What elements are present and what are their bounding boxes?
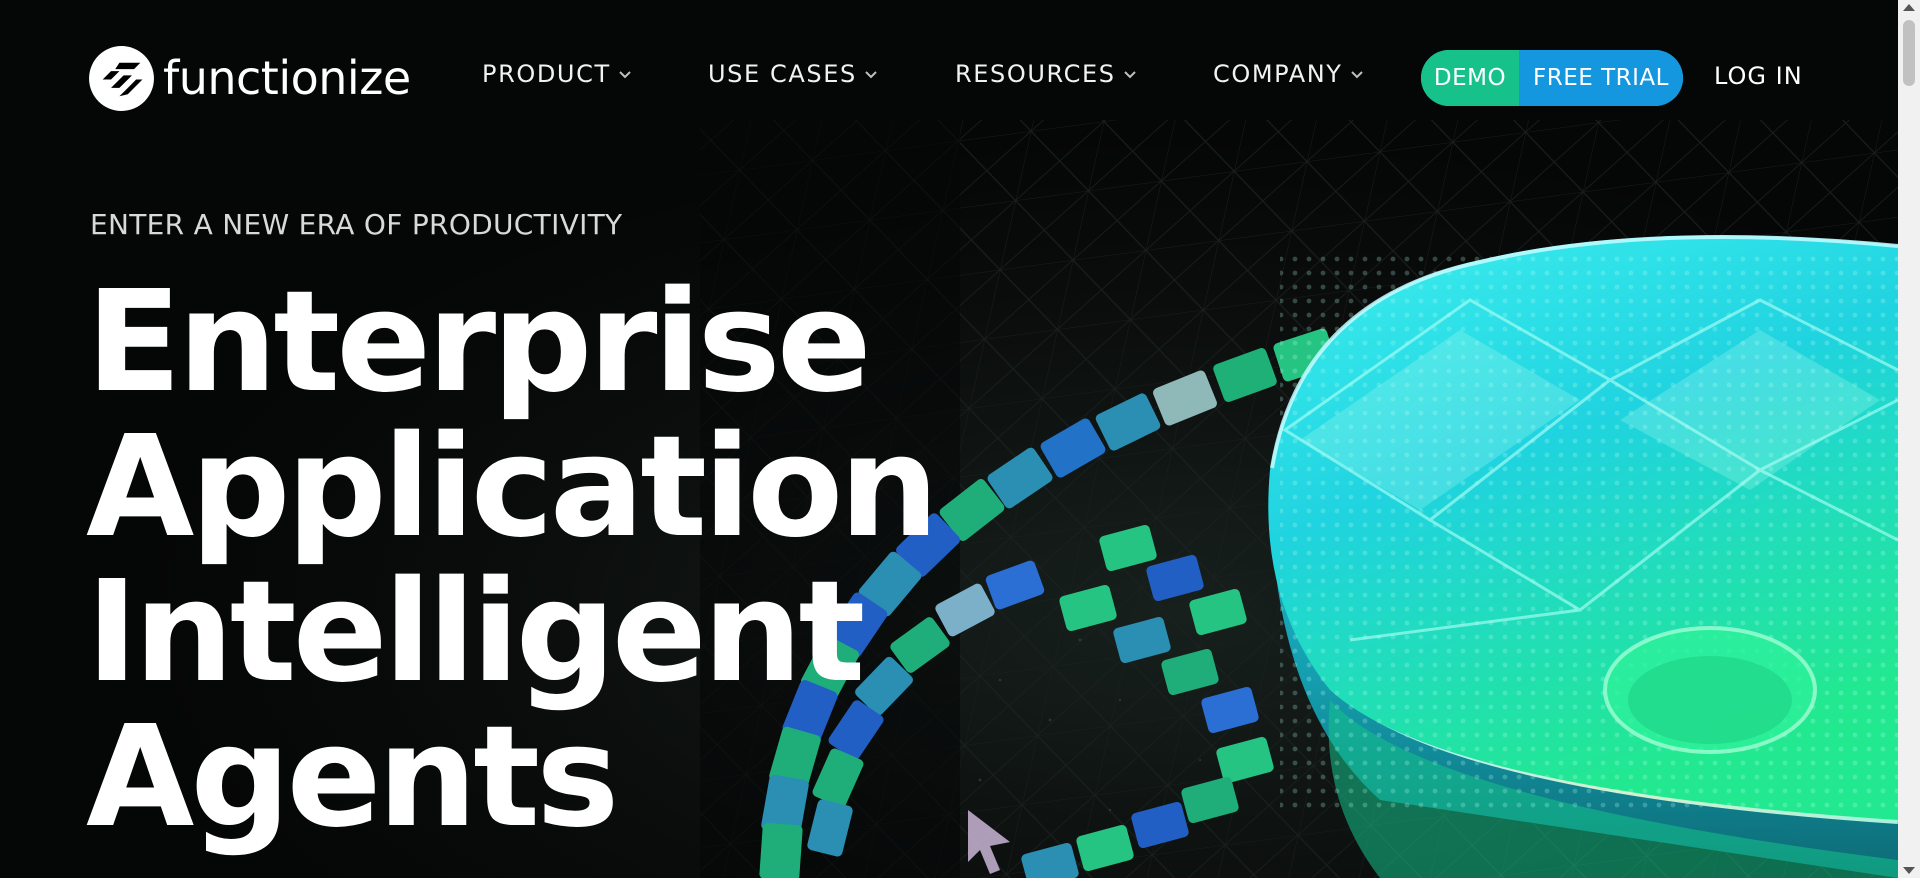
headline-line: Intelligent: [86, 551, 865, 714]
login-link[interactable]: LOG IN: [1714, 62, 1803, 90]
nav-item-company[interactable]: COMPANY: [1213, 60, 1365, 88]
brand-name: functionize: [163, 51, 411, 105]
demo-button[interactable]: DEMO: [1421, 50, 1519, 106]
vertical-scrollbar[interactable]: [1898, 0, 1920, 878]
site-header: functionize PRODUCT USE CASES RESOURCES …: [0, 0, 1898, 156]
hero-headline: Enterprise Application Intelligent Agent…: [86, 261, 939, 859]
chevron-down-icon: [865, 71, 877, 79]
headline-line: Enterprise: [86, 261, 872, 424]
cta-button-group: DEMO FREE TRIAL: [1421, 50, 1683, 106]
nav-item-resources[interactable]: RESOURCES: [955, 60, 1138, 88]
chevron-down-icon: [619, 71, 631, 79]
nav-item-use-cases[interactable]: USE CASES: [708, 60, 879, 88]
nav-item-label: PRODUCT: [482, 60, 611, 88]
headline-line: Agents: [86, 696, 619, 859]
logo-link[interactable]: functionize: [88, 44, 411, 112]
page: functionize PRODUCT USE CASES RESOURCES …: [0, 0, 1920, 878]
chevron-down-icon: [1123, 71, 1136, 79]
functionize-logo-icon: [89, 45, 154, 111]
headline-line: Application: [86, 406, 939, 569]
nav-item-label: RESOURCES: [955, 60, 1116, 88]
scroll-up-arrow-icon[interactable]: [1903, 4, 1915, 11]
free-trial-button[interactable]: FREE TRIAL: [1519, 50, 1683, 106]
chevron-down-icon: [1350, 71, 1363, 79]
nav-item-label: USE CASES: [708, 60, 857, 88]
scrollbar-thumb[interactable]: [1903, 20, 1915, 86]
hero-eyebrow: ENTER A NEW ERA OF PRODUCTIVITY: [90, 208, 623, 241]
scroll-down-arrow-icon[interactable]: [1903, 867, 1915, 874]
nav-item-product[interactable]: PRODUCT: [482, 60, 633, 88]
nav-item-label: COMPANY: [1213, 60, 1343, 88]
